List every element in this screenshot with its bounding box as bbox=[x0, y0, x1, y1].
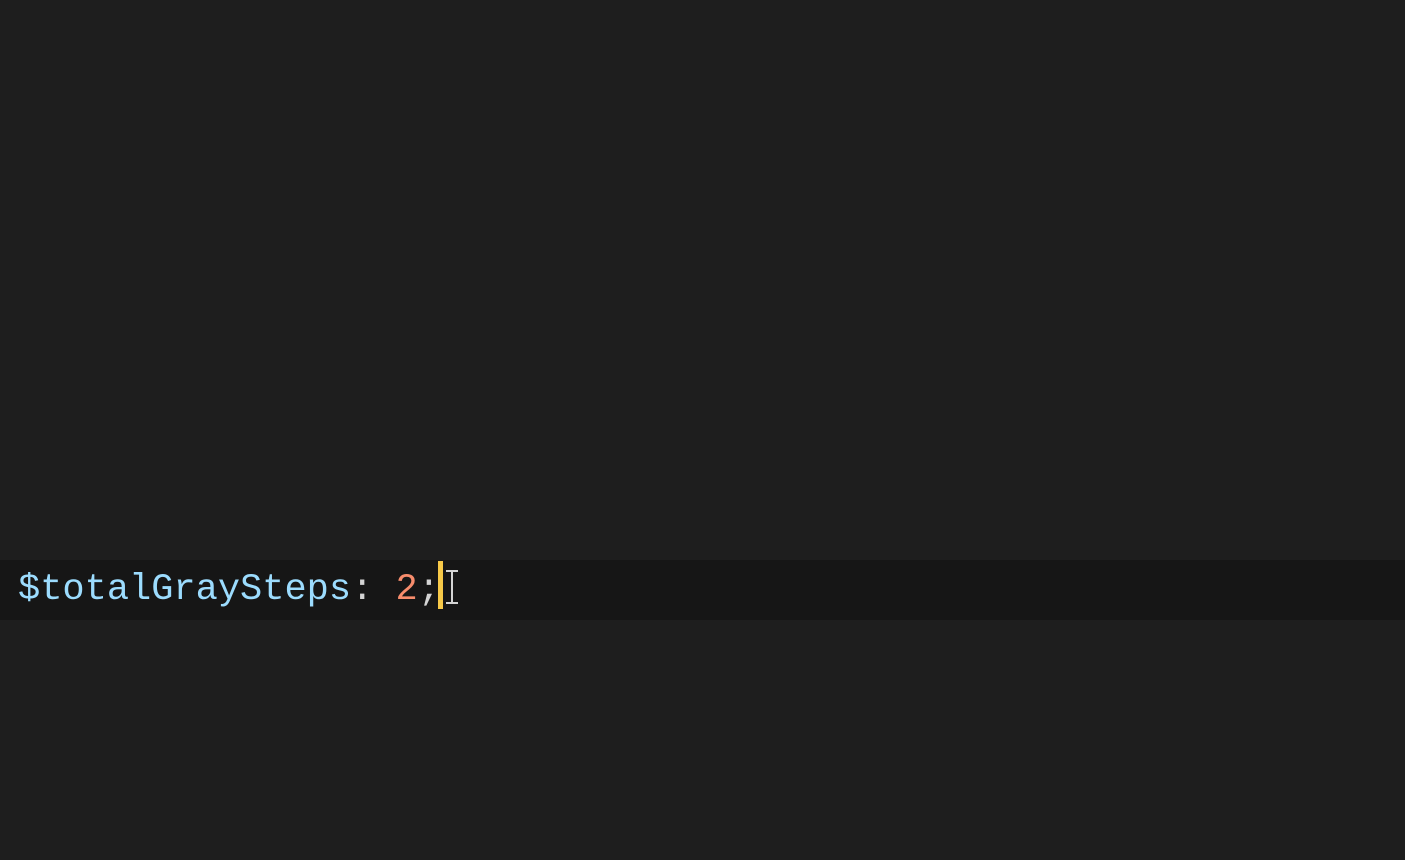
ibeam-cursor-icon bbox=[444, 567, 460, 607]
token-number: 2 bbox=[396, 569, 418, 611]
token-punctuation: ; bbox=[418, 569, 440, 611]
code-editor[interactable]: $totalGraySteps: 2; @for $step from 1 to… bbox=[0, 0, 1405, 860]
token-variable: $totalGraySteps bbox=[18, 569, 351, 611]
code-line[interactable]: $totalGraySteps: 2; bbox=[0, 560, 1405, 620]
token-space bbox=[373, 569, 395, 611]
token-punctuation: : bbox=[351, 569, 373, 611]
text-caret bbox=[438, 561, 443, 609]
